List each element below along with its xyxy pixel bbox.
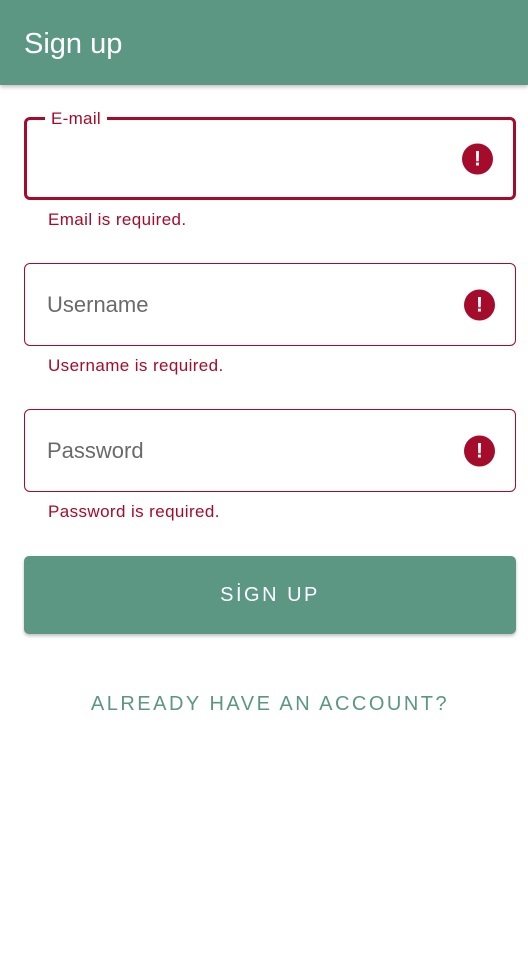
password-field[interactable]: ! (24, 409, 516, 492)
email-input[interactable] (49, 145, 449, 172)
password-error-text: Password is required. (48, 502, 220, 521)
error-icon: ! (462, 143, 493, 174)
already-have-account-link[interactable]: ALREADY HAVE AN ACCOUNT? (24, 680, 516, 728)
error-icon: ! (464, 435, 495, 466)
email-error-text: Email is required. (48, 210, 187, 229)
error-icon: ! (464, 289, 495, 320)
sign-up-button[interactable]: SİGN UP (24, 556, 516, 634)
app-bar: Sign up (0, 0, 528, 85)
page-title: Sign up (24, 28, 123, 60)
email-field-label: E-mail (45, 109, 107, 129)
username-input[interactable] (47, 291, 447, 318)
email-field[interactable]: E-mail ! (24, 109, 516, 200)
password-input[interactable] (47, 437, 447, 464)
username-field[interactable]: ! (24, 263, 516, 346)
username-error-text: Username is required. (48, 356, 224, 375)
